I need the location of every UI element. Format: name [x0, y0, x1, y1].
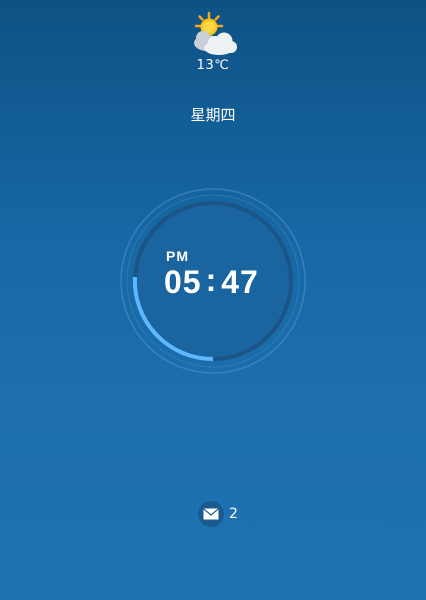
message-count: 2 — [229, 506, 238, 522]
lock-screen: 13℃ 星期四 PM 05:47 2 — [0, 0, 426, 600]
time-minutes: 47 — [221, 264, 259, 300]
ampm-label: PM — [166, 248, 189, 264]
unread-messages[interactable]: 2 — [198, 501, 238, 527]
envelope-icon — [198, 501, 224, 527]
weekday-text: 星期四 — [190, 106, 236, 124]
temperature-text: 13℃ — [196, 58, 230, 73]
clock-widget[interactable]: PM 05:47 — [118, 186, 308, 376]
time-separator: : — [205, 262, 218, 298]
time-display: 05:47 — [164, 262, 259, 301]
partly-sunny-icon — [194, 11, 237, 55]
weather-widget[interactable]: 13℃ — [0, 10, 426, 73]
time-hours: 05 — [164, 264, 202, 300]
